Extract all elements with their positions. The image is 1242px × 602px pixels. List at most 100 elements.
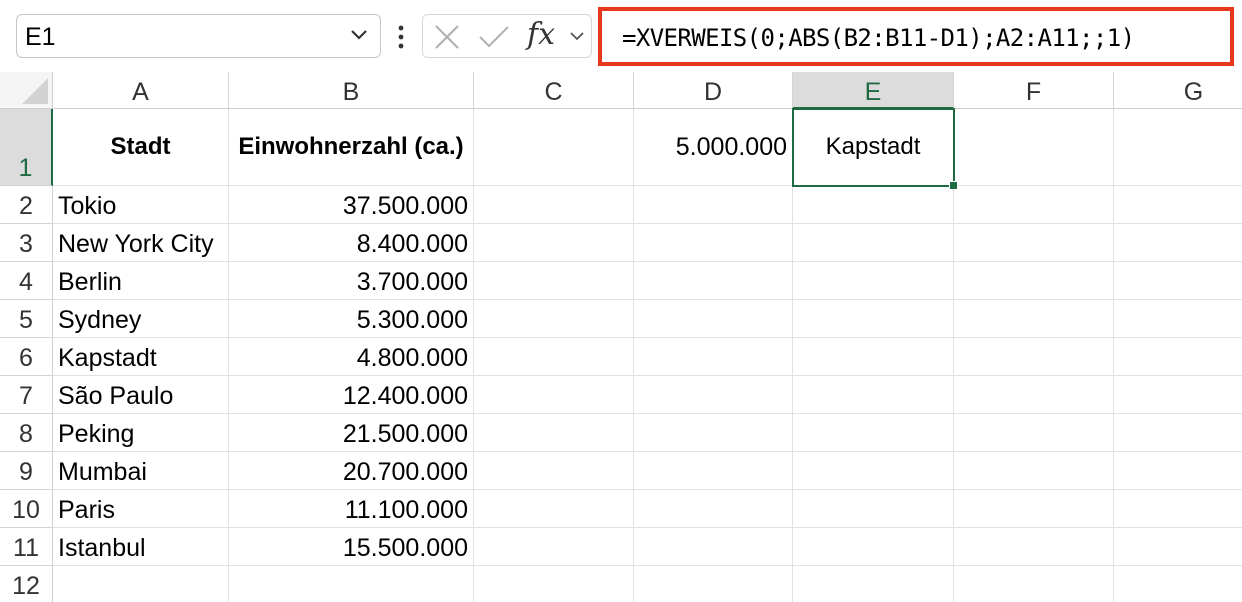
spreadsheet-grid[interactable]: ABCDEFG 1 2 3 4 5 6 7 8 9 10 11 12 Stadt Einwohnerza…: [0, 72, 1242, 602]
city-cell[interactable]: New York City: [53, 224, 229, 262]
cell-e6[interactable]: [793, 338, 954, 376]
header-city[interactable]: Stadt: [53, 109, 229, 186]
cell-c9[interactable]: [474, 452, 634, 490]
cell-e5[interactable]: [793, 300, 954, 338]
city-cell[interactable]: Kapstadt: [53, 338, 229, 376]
cell-g7[interactable]: [1114, 376, 1242, 414]
column-header-g[interactable]: G: [1114, 72, 1242, 109]
lookup-target-value[interactable]: 5.000.000: [634, 109, 793, 186]
cell-d11[interactable]: [634, 528, 793, 566]
city-cell[interactable]: Tokio: [53, 186, 229, 224]
cell-e2[interactable]: [793, 186, 954, 224]
city-cell[interactable]: Peking: [53, 414, 229, 452]
cell-e9[interactable]: [793, 452, 954, 490]
city-cell[interactable]: Berlin: [53, 262, 229, 300]
cell-d3[interactable]: [634, 224, 793, 262]
cell-g10[interactable]: [1114, 490, 1242, 528]
name-box[interactable]: E1: [16, 14, 381, 58]
population-cell[interactable]: 8.400.000: [229, 224, 474, 262]
cell-d4[interactable]: [634, 262, 793, 300]
cell-g2[interactable]: [1114, 186, 1242, 224]
cancel-icon[interactable]: [435, 25, 459, 49]
cell-c12[interactable]: [474, 566, 634, 602]
cell-c1[interactable]: [474, 109, 634, 186]
population-cell[interactable]: 20.700.000: [229, 452, 474, 490]
fill-handle[interactable]: [949, 181, 958, 190]
city-cell[interactable]: São Paulo: [53, 376, 229, 414]
cell-f3[interactable]: [954, 224, 1114, 262]
cell-g11[interactable]: [1114, 528, 1242, 566]
cell-d7[interactable]: [634, 376, 793, 414]
row-header-4[interactable]: 4: [0, 262, 53, 300]
row-header-11[interactable]: 11: [0, 528, 53, 566]
cell-e7[interactable]: [793, 376, 954, 414]
cell-e8[interactable]: [793, 414, 954, 452]
cell-e4[interactable]: [793, 262, 954, 300]
column-header-f[interactable]: F: [954, 72, 1114, 109]
cell-d6[interactable]: [634, 338, 793, 376]
city-cell[interactable]: Paris: [53, 490, 229, 528]
cell-d10[interactable]: [634, 490, 793, 528]
cell-g1[interactable]: [1114, 109, 1242, 186]
row-header-8[interactable]: 8: [0, 414, 53, 452]
cell-f5[interactable]: [954, 300, 1114, 338]
cell-c11[interactable]: [474, 528, 634, 566]
cell-g8[interactable]: [1114, 414, 1242, 452]
population-cell[interactable]: 5.300.000: [229, 300, 474, 338]
cell-g6[interactable]: [1114, 338, 1242, 376]
cell-f8[interactable]: [954, 414, 1114, 452]
row-header-5[interactable]: 5: [0, 300, 53, 338]
cell-f6[interactable]: [954, 338, 1114, 376]
cell-a12[interactable]: [53, 566, 229, 602]
row-header-3[interactable]: 3: [0, 224, 53, 262]
insert-function-icon[interactable]: fx: [527, 17, 555, 52]
formula-input[interactable]: =XVERWEIS(0;ABS(B2:B11-D1);A2:A11;;1): [598, 7, 1234, 66]
cell-d2[interactable]: [634, 186, 793, 224]
cell-d8[interactable]: [634, 414, 793, 452]
cell-d12[interactable]: [634, 566, 793, 602]
population-cell[interactable]: 11.100.000: [229, 490, 474, 528]
cell-f9[interactable]: [954, 452, 1114, 490]
column-header-a[interactable]: A: [53, 72, 229, 109]
cell-c8[interactable]: [474, 414, 634, 452]
population-cell[interactable]: 21.500.000: [229, 414, 474, 452]
chevron-down-icon[interactable]: [569, 31, 585, 42]
population-cell[interactable]: 4.800.000: [229, 338, 474, 376]
row-header-6[interactable]: 6: [0, 338, 53, 376]
cell-d9[interactable]: [634, 452, 793, 490]
cell-f2[interactable]: [954, 186, 1114, 224]
cell-e3[interactable]: [793, 224, 954, 262]
cell-c7[interactable]: [474, 376, 634, 414]
column-header-d[interactable]: D: [634, 72, 793, 109]
row-header-7[interactable]: 7: [0, 376, 53, 414]
cell-f7[interactable]: [954, 376, 1114, 414]
city-cell[interactable]: Mumbai: [53, 452, 229, 490]
column-header-b[interactable]: B: [229, 72, 474, 109]
lookup-result[interactable]: Kapstadt: [793, 109, 954, 186]
row-header-2[interactable]: 2: [0, 186, 53, 224]
cell-f12[interactable]: [954, 566, 1114, 602]
population-cell[interactable]: 15.500.000: [229, 528, 474, 566]
cell-f4[interactable]: [954, 262, 1114, 300]
city-cell[interactable]: Sydney: [53, 300, 229, 338]
row-header-9[interactable]: 9: [0, 452, 53, 490]
cell-c3[interactable]: [474, 224, 634, 262]
checkmark-icon[interactable]: [479, 25, 509, 49]
cell-e10[interactable]: [793, 490, 954, 528]
cell-g9[interactable]: [1114, 452, 1242, 490]
population-cell[interactable]: 3.700.000: [229, 262, 474, 300]
cell-c4[interactable]: [474, 262, 634, 300]
row-header-10[interactable]: 10: [0, 490, 53, 528]
cell-d5[interactable]: [634, 300, 793, 338]
select-all-button[interactable]: [0, 72, 53, 109]
population-cell[interactable]: 37.500.000: [229, 186, 474, 224]
cell-f10[interactable]: [954, 490, 1114, 528]
cell-g12[interactable]: [1114, 566, 1242, 602]
row-header-12[interactable]: 12: [0, 566, 53, 602]
cell-c6[interactable]: [474, 338, 634, 376]
chevron-down-icon[interactable]: [350, 29, 368, 41]
cell-c5[interactable]: [474, 300, 634, 338]
city-cell[interactable]: Istanbul: [53, 528, 229, 566]
cell-g3[interactable]: [1114, 224, 1242, 262]
more-options-icon[interactable]: [394, 24, 408, 50]
